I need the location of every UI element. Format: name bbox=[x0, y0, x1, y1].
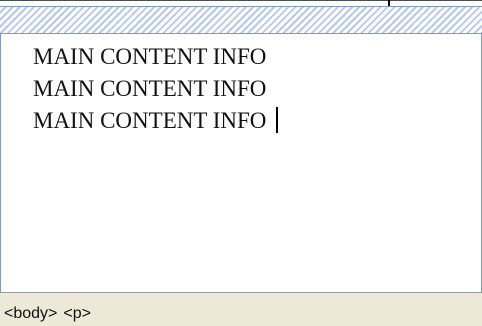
top-edge-line bbox=[0, 0, 482, 1]
content-line[interactable]: MAIN CONTENT INFO bbox=[33, 73, 481, 105]
tag-selector-status-bar: <body> <p> bbox=[0, 292, 482, 326]
content-line-with-caret[interactable]: MAIN CONTENT INFO bbox=[33, 105, 481, 137]
hatched-ruler-bar bbox=[0, 6, 482, 34]
design-view-editor[interactable]: MAIN CONTENT INFO MAIN CONTENT INFO MAIN… bbox=[0, 34, 482, 292]
editor-window: MAIN CONTENT INFO MAIN CONTENT INFO MAIN… bbox=[0, 0, 482, 326]
content-line[interactable]: MAIN CONTENT INFO bbox=[33, 41, 481, 73]
tag-selector-p[interactable]: <p> bbox=[63, 305, 91, 322]
tag-selector-body[interactable]: <body> bbox=[4, 305, 57, 322]
content-line-text[interactable]: MAIN CONTENT INFO bbox=[33, 108, 266, 133]
text-caret bbox=[276, 107, 279, 133]
